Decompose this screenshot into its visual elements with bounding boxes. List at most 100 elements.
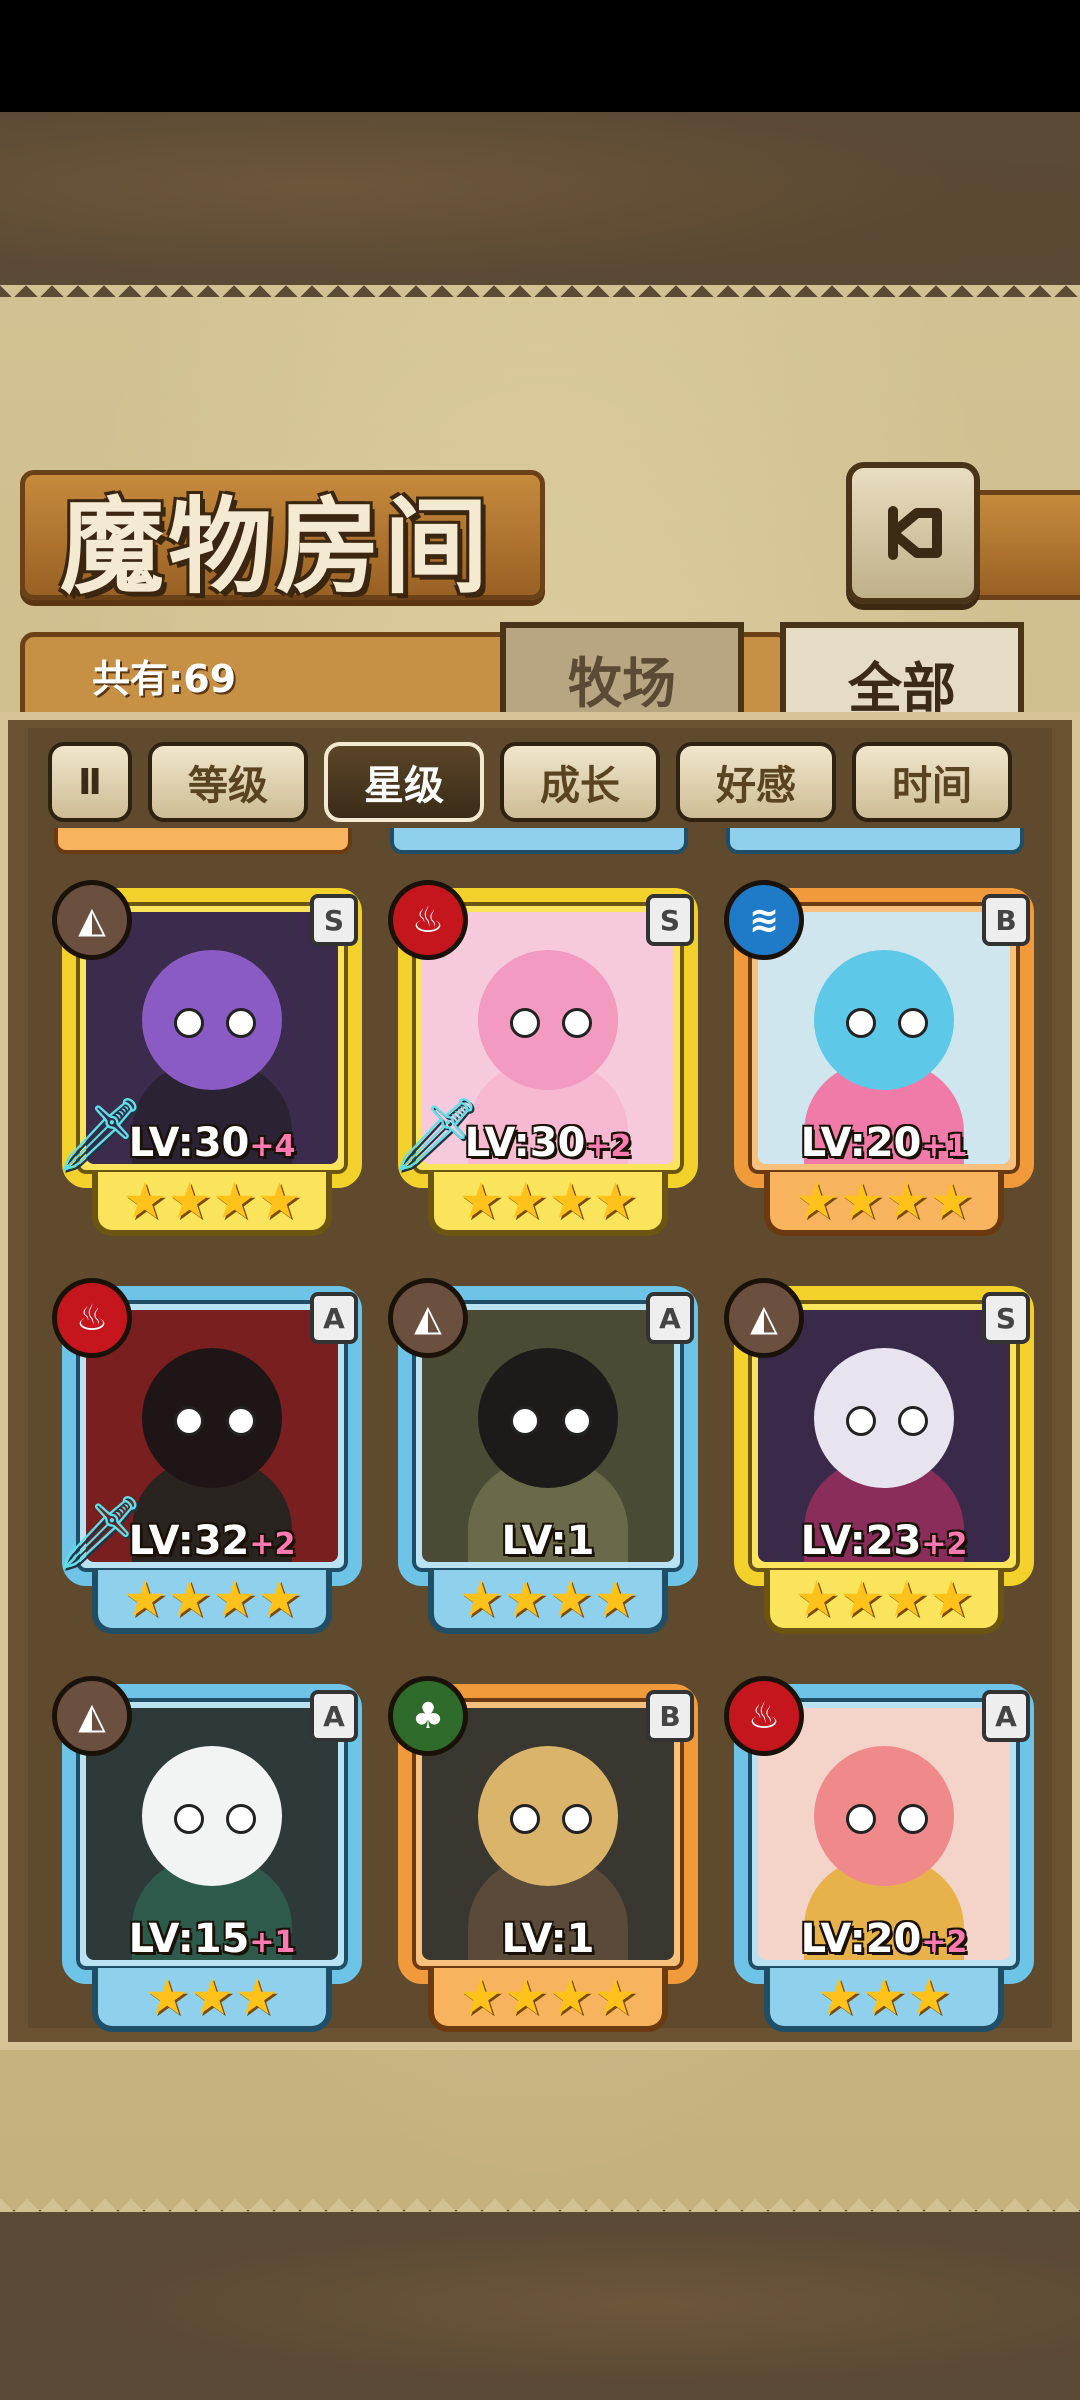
level-text: LV:1 — [501, 1916, 595, 1962]
level-text: LV:30 — [128, 1120, 250, 1166]
sort-toggle-icon: Ⅱ — [78, 761, 102, 803]
sort-bar: Ⅱ 等级 星级 成长 好感 时间 — [48, 742, 1012, 822]
level-bonus: +4 — [249, 1129, 296, 1164]
star-rating: ★★★★ — [428, 1570, 668, 1634]
portrait-eye — [846, 1804, 876, 1834]
water-element-icon: ≋ — [724, 880, 804, 960]
portrait-eye — [846, 1406, 876, 1436]
earth-element-icon: ◭ — [52, 880, 132, 960]
portrait-head — [478, 1746, 618, 1886]
star-rating: ★★★★ — [92, 1570, 332, 1634]
earth-element-icon: ◭ — [724, 1278, 804, 1358]
rank-badge: A — [646, 1292, 694, 1344]
rank-badge: A — [982, 1690, 1030, 1742]
portrait-eye — [226, 1406, 256, 1436]
sort-level-button[interactable]: 等级 — [148, 742, 308, 822]
portrait-head — [814, 1348, 954, 1488]
fire-element-icon: ♨ — [388, 880, 468, 960]
level-bonus: +1 — [921, 1129, 968, 1164]
monster-card[interactable]: A ♨ 🗡 LV:32+2 ★★★★ — [52, 1278, 372, 1638]
sort-affection-button[interactable]: 好感 — [676, 742, 836, 822]
portrait-eye — [846, 1008, 876, 1038]
level-label: LV:1 — [418, 1916, 678, 1962]
monster-card[interactable]: A ◭ LV:1 ★★★★ — [388, 1278, 708, 1638]
sort-time-label: 时间 — [892, 763, 972, 809]
portrait-eye — [174, 1804, 204, 1834]
sort-star-button[interactable]: 星级 — [324, 742, 484, 822]
partial-card[interactable] — [54, 828, 352, 854]
portrait-eye — [898, 1406, 928, 1436]
portrait-head — [478, 950, 618, 1090]
earth-element-icon: ◭ — [388, 1278, 468, 1358]
portrait-head — [142, 950, 282, 1090]
back-button[interactable] — [846, 462, 980, 604]
rank-badge: S — [982, 1292, 1030, 1344]
portrait-eye — [510, 1008, 540, 1038]
rank-badge: A — [310, 1690, 358, 1742]
level-text: LV:23 — [800, 1518, 922, 1564]
status-bar — [0, 0, 1080, 112]
sort-growth-label: 成长 — [540, 763, 620, 809]
monster-card[interactable]: A ♨ LV:20+2 ★★★ — [724, 1676, 1044, 2036]
monster-card[interactable]: S ♨ 🗡 LV:30+2 ★★★★ — [388, 880, 708, 1240]
portrait-eye — [898, 1008, 928, 1038]
level-text: LV:30 — [464, 1120, 586, 1166]
map-background-top — [0, 112, 1080, 297]
star-rating: ★★★★ — [428, 1172, 668, 1236]
rank-badge: A — [310, 1292, 358, 1344]
level-bonus: +2 — [921, 1527, 968, 1562]
monster-count: 共有:69 — [92, 657, 237, 701]
monster-card[interactable]: B ♣ LV:1 ★★★★ — [388, 1676, 708, 2036]
portrait-eye — [174, 1008, 204, 1038]
sort-level-label: 等级 — [188, 763, 268, 809]
portrait-eye — [898, 1804, 928, 1834]
sort-growth-button[interactable]: 成长 — [500, 742, 660, 822]
tab-ranch-label: 牧场 — [568, 650, 676, 715]
sort-star-label: 星级 — [364, 763, 444, 809]
rank-badge: B — [982, 894, 1030, 946]
star-rating: ★★★★ — [428, 1968, 668, 2032]
level-label: LV:15+1 — [82, 1916, 342, 1962]
partial-card[interactable] — [390, 828, 688, 854]
monster-card[interactable]: A ◭ LV:15+1 ★★★ — [52, 1676, 372, 2036]
monster-card[interactable]: S ◭ LV:23+2 ★★★★ — [724, 1278, 1044, 1638]
portrait-head — [142, 1348, 282, 1488]
level-label: LV:20+1 — [754, 1120, 1014, 1166]
wood-element-icon: ♣ — [388, 1676, 468, 1756]
level-bonus: +2 — [249, 1527, 296, 1562]
level-text: LV:20 — [800, 1120, 922, 1166]
page-title: 魔物房间 — [60, 485, 493, 608]
portrait-eye — [226, 1008, 256, 1038]
portrait-eye — [226, 1804, 256, 1834]
portrait-eye — [562, 1008, 592, 1038]
star-rating: ★★★ — [92, 1968, 332, 2032]
level-label: LV:23+2 — [754, 1518, 1014, 1564]
star-rating: ★★★★ — [764, 1172, 1004, 1236]
rank-badge: B — [646, 1690, 694, 1742]
rank-badge: S — [646, 894, 694, 946]
level-label: LV:32+2 — [82, 1518, 342, 1564]
tab-all-label: 全部 — [848, 655, 956, 720]
sort-order-toggle[interactable]: Ⅱ — [48, 742, 132, 822]
portrait-eye — [510, 1406, 540, 1436]
portrait-head — [814, 950, 954, 1090]
level-label: LV:30+2 — [418, 1120, 678, 1166]
earth-element-icon: ◭ — [52, 1676, 132, 1756]
sort-time-button[interactable]: 时间 — [852, 742, 1012, 822]
level-label: LV:20+2 — [754, 1916, 1014, 1962]
portrait-head — [814, 1746, 954, 1886]
level-text: LV:1 — [501, 1518, 595, 1564]
portrait-head — [142, 1746, 282, 1886]
level-text: LV:20 — [800, 1916, 922, 1962]
monster-card[interactable]: B ≋ LV:20+1 ★★★★ — [724, 880, 1044, 1240]
level-label: LV:30+4 — [82, 1120, 342, 1166]
level-text: LV:32 — [128, 1518, 250, 1564]
panel-zigzag-bottom — [0, 2186, 1080, 2212]
fire-element-icon: ♨ — [724, 1676, 804, 1756]
partial-card[interactable] — [726, 828, 1024, 854]
previous-row-edge — [54, 828, 1034, 854]
panel-zigzag-top — [0, 285, 1080, 311]
level-bonus: +2 — [921, 1925, 968, 1960]
portrait-eye — [174, 1406, 204, 1436]
monster-card[interactable]: S ◭ 🗡 LV:30+4 ★★★★ — [52, 880, 372, 1240]
